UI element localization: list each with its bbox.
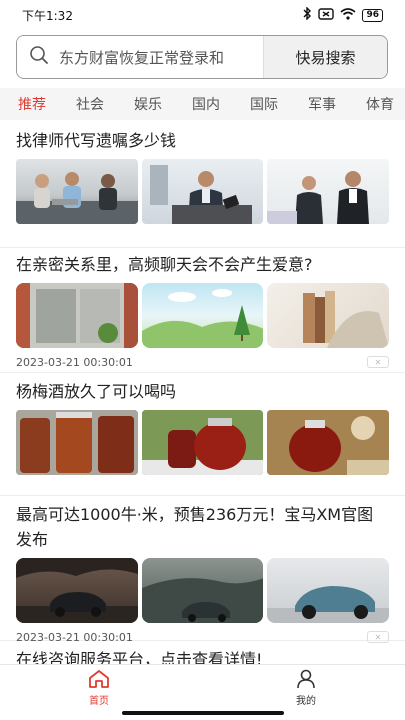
wifi-icon <box>340 7 356 23</box>
tab-international[interactable]: 国际 <box>250 94 278 114</box>
news-thumbnail <box>267 159 390 224</box>
news-thumbnail <box>141 283 264 348</box>
news-title: 杨梅酒放久了可以喝吗 <box>16 382 177 401</box>
bottom-nav: 首页 我的 <box>0 664 405 707</box>
tab-military[interactable]: 军事 <box>308 94 336 114</box>
news-thumbnail <box>16 558 138 623</box>
home-indicator <box>122 711 284 715</box>
news-thumbnail <box>16 410 138 475</box>
status-icons: 96 <box>302 6 383 23</box>
search-button[interactable]: 快易搜索 <box>263 36 387 78</box>
search-input[interactable]: 东方财富恢复正常登录和 <box>17 36 263 78</box>
news-title: 在线咨询服务平台，点击查看详情! <box>16 650 263 664</box>
news-title: 找律师代写遗嘱多少钱 <box>16 131 177 150</box>
search-bar: 东方财富恢复正常登录和 快易搜索 <box>16 35 388 79</box>
tab-recommend[interactable]: 推荐 <box>18 94 46 114</box>
news-item[interactable]: 杨梅酒放久了可以喝吗 <box>0 373 405 496</box>
news-thumbnail <box>141 159 264 224</box>
news-thumbnail <box>267 558 390 623</box>
tab-entertainment[interactable]: 娱乐 <box>134 94 162 114</box>
bluetooth-icon <box>302 6 312 23</box>
user-icon <box>295 669 317 692</box>
category-tabs: 推荐 社会 娱乐 国内 国际 军事 体育 <box>0 88 405 120</box>
nav-home[interactable]: 首页 <box>88 669 110 707</box>
tab-domestic[interactable]: 国内 <box>192 94 220 114</box>
search-query-text: 东方财富恢复正常登录和 <box>59 48 225 67</box>
close-icon[interactable]: ✕ <box>367 631 389 643</box>
nav-home-label: 首页 <box>89 696 109 707</box>
news-item[interactable]: 在线咨询服务平台，点击查看详情! <box>0 641 405 664</box>
tab-society[interactable]: 社会 <box>76 94 104 114</box>
news-thumbnail <box>16 283 138 348</box>
nav-profile-label: 我的 <box>296 696 316 707</box>
news-feed: 找律师代写遗嘱多少钱 在亲密关系里，高频聊天会不会产生爱意? 2023-03-2… <box>0 120 405 664</box>
news-item[interactable]: 在亲密关系里，高频聊天会不会产生爱意? 2023-03-21 00:30:01 … <box>0 248 405 373</box>
news-date: 2023-03-21 00:30:01 <box>16 355 133 369</box>
status-bar: 下午1:32 96 <box>0 0 405 30</box>
news-title: 在亲密关系里，高频聊天会不会产生爱意? <box>16 255 313 274</box>
home-icon <box>88 669 110 692</box>
news-meta: 2023-03-21 00:30:01 ✕ <box>16 348 389 376</box>
news-item[interactable]: 找律师代写遗嘱多少钱 <box>0 120 405 248</box>
close-icon[interactable]: ✕ <box>367 356 389 368</box>
news-date: 2023-03-21 00:30:01 <box>16 630 133 644</box>
nav-profile[interactable]: 我的 <box>295 669 317 707</box>
news-thumbnails <box>16 283 390 348</box>
news-thumbnail <box>267 410 390 475</box>
news-item[interactable]: 最高可达1000牛·米，预售236万元！宝马XM官图发布 2023-03-21 … <box>0 496 405 644</box>
news-title: 最高可达1000牛·米，预售236万元！宝马XM官图发布 <box>16 505 374 549</box>
news-thumbnails <box>16 410 390 475</box>
news-thumbnail <box>141 558 264 623</box>
news-thumbnail <box>141 410 264 475</box>
tab-sports[interactable]: 体育 <box>366 94 394 114</box>
news-thumbnail <box>16 159 138 224</box>
sim-icon <box>318 7 335 23</box>
search-icon <box>29 45 49 69</box>
status-time: 下午1:32 <box>22 8 73 23</box>
battery-indicator: 96 <box>362 8 383 22</box>
news-thumbnails <box>16 159 390 224</box>
news-thumbnail <box>267 283 390 348</box>
news-thumbnails <box>16 558 390 623</box>
